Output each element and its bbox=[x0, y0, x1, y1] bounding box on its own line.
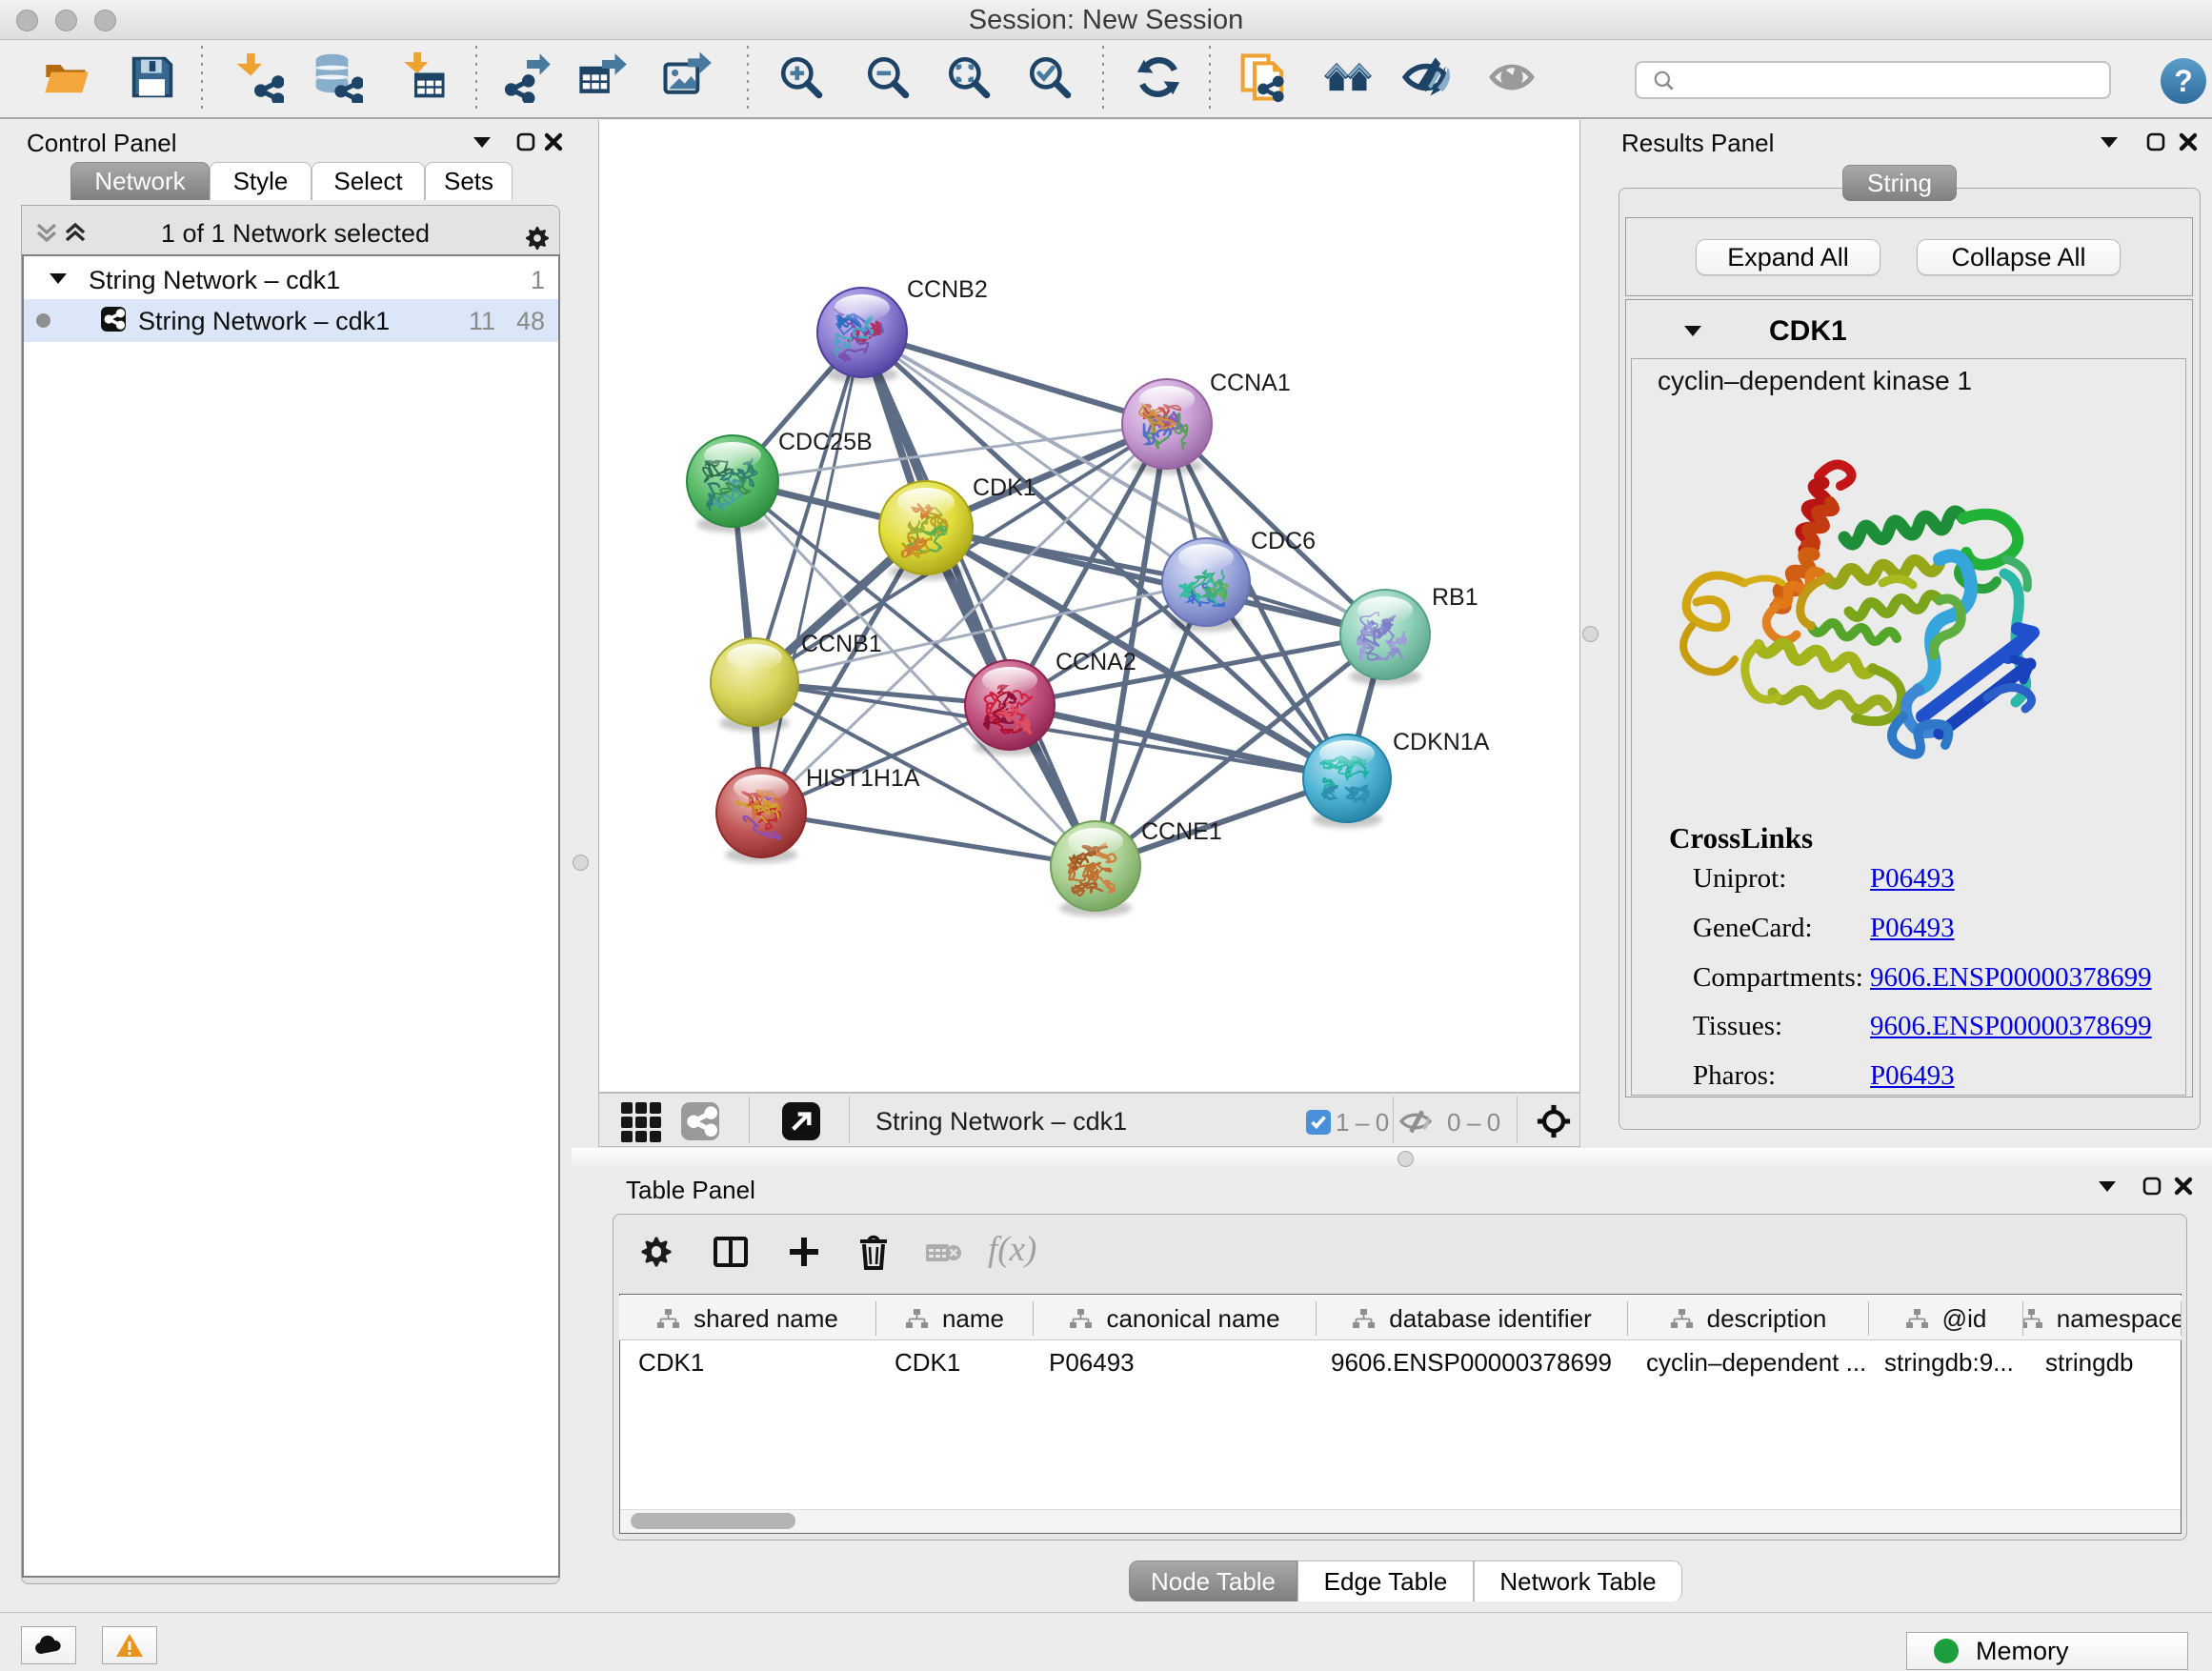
svg-text:CDC25B: CDC25B bbox=[778, 429, 873, 455]
svg-text:CCNA1: CCNA1 bbox=[1210, 370, 1291, 396]
svg-text:CCNE1: CCNE1 bbox=[1141, 818, 1222, 845]
svg-text:CCNB2: CCNB2 bbox=[907, 276, 988, 303]
svg-text:CCNA2: CCNA2 bbox=[1056, 649, 1136, 675]
svg-text:CDC6: CDC6 bbox=[1251, 528, 1316, 554]
svg-text:RB1: RB1 bbox=[1432, 584, 1478, 611]
svg-text:CDKN1A: CDKN1A bbox=[1393, 729, 1490, 755]
svg-text:CCNB1: CCNB1 bbox=[801, 631, 882, 657]
svg-text:CDK1: CDK1 bbox=[973, 474, 1036, 501]
svg-text:HIST1H1A: HIST1H1A bbox=[806, 765, 920, 792]
